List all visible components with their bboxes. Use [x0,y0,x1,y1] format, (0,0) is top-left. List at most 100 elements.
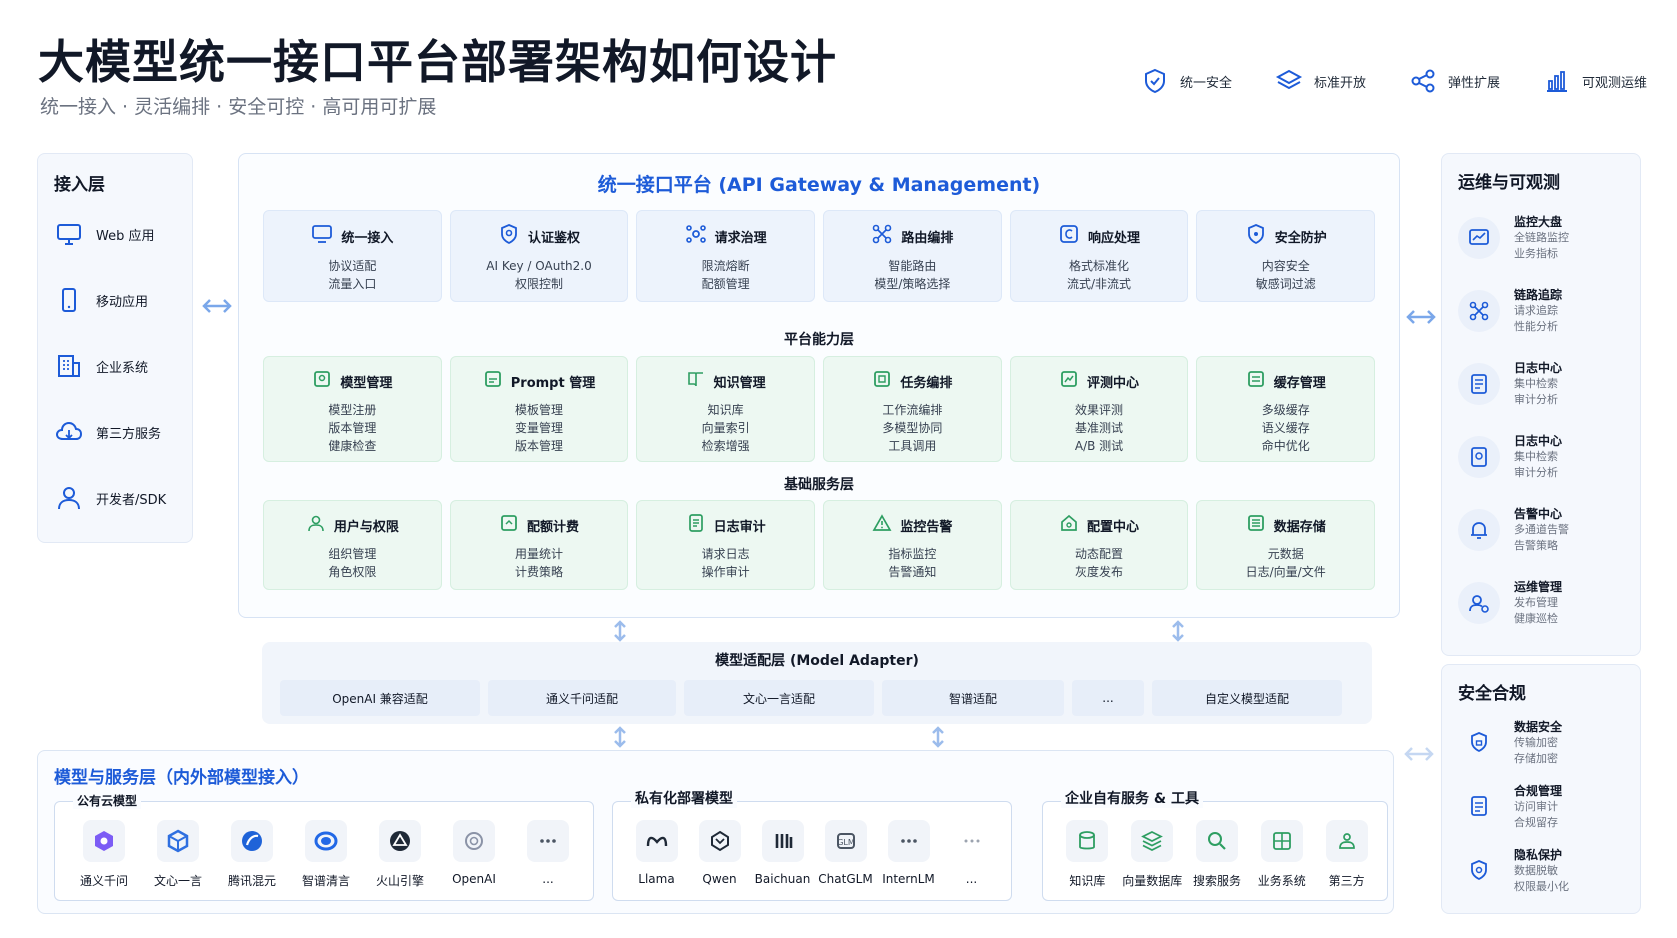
model-name: Llama [638,872,675,886]
foundation-card-users[interactable]: 用户与权限 组织管理 角色权限 [263,500,442,590]
card-line: 协议适配 [328,259,377,273]
ops-item-title: 日志中心 [1514,434,1563,448]
model-chatglm[interactable]: GLM ChatGLM [814,820,877,886]
model-wenxin[interactable]: 文心一言 [141,820,215,889]
ops-item-line: 发布管理 [1514,596,1558,609]
gateway-card-auth[interactable]: 认证鉴权 AI Key / OAuth2.0 权限控制 [449,210,629,302]
more-icon [951,820,993,862]
model-zhipu[interactable]: 智谱清言 [289,820,363,889]
service-business-system[interactable]: 业务系统 [1249,820,1314,889]
ops-item-trace[interactable]: 链路追踪 请求追踪 性能分析 [1458,274,1624,347]
model-tongyi[interactable]: 通义千问 [67,820,141,889]
service-third-party[interactable]: 第三方 [1314,820,1379,889]
ops-item-dashboard[interactable]: 监控大盘 全链路监控 业务指标 [1458,201,1624,274]
feature-elastic-scale: 弹性扩展 [1406,64,1500,98]
mobile-icon [54,285,84,315]
ops-item-log-center[interactable]: 日志中心 集中检索 审计分析 [1458,347,1624,420]
access-item-third-party[interactable]: 第三方服务 [54,399,176,465]
card-line: 元数据 [1267,547,1304,561]
model-name: OpenAI [452,872,496,886]
more-icon [527,820,569,862]
access-item-sdk[interactable]: 开发者/SDK [54,465,176,531]
gateway-card-security[interactable]: 安全防护 内容安全 敏感词过滤 [1196,210,1376,302]
adapter-item[interactable]: 文心一言适配 [684,680,874,716]
adapter-item[interactable]: ... [1072,680,1144,716]
workflow-icon [872,369,892,393]
bidirectional-arrow-icon [1404,307,1438,327]
model-qwen[interactable]: Qwen [688,820,751,886]
card-line: 告警通知 [888,565,937,579]
card-title: 任务编排 [900,375,953,391]
card-line: 基准测试 [1075,421,1124,435]
adapter-item[interactable]: 自定义模型适配 [1152,680,1342,716]
gateway-card-unified-access[interactable]: 统一接入 协议适配 流量入口 [263,210,442,302]
ops-item-title: 链路追踪 [1514,288,1563,302]
adapter-item[interactable]: OpenAI 兼容适配 [280,680,480,716]
foundation-card-billing[interactable]: 配额计费 用量统计 计费策略 [449,500,629,590]
service-knowledge-base[interactable]: 知识库 [1055,820,1120,889]
platform-title: 统一接口平台 (API Gateway & Management) [597,174,1041,196]
model-more[interactable]: ... [940,820,1003,886]
ops-item-alert-center[interactable]: 告警中心 多通道告警 告警策略 [1458,493,1624,566]
ops-item-title: 告警中心 [1514,507,1563,521]
security-item-line: 数据脱敏 [1514,863,1558,877]
bidirectional-arrow-icon [1402,744,1436,764]
model-llama[interactable]: Llama [625,820,688,886]
access-item-web[interactable]: Web 应用 [54,201,176,267]
monitor-icon [311,223,333,249]
model-volcano[interactable]: 火山引擎 [363,820,437,889]
public-cloud-models: 通义千问 文心一言 腾讯混元 智谱清言 火山引擎 OpenAI ... [67,820,585,889]
capability-card-cache[interactable]: 缓存管理 多级缓存 语义缓存 命中优化 [1196,356,1376,462]
capability-card-eval[interactable]: 评测中心 效果评测 基准测试 A/B 测试 [1009,356,1189,462]
storage-icon [1246,513,1266,537]
ops-item-log-search[interactable]: 日志中心 集中检索 审计分析 [1458,420,1624,493]
security-item-compliance[interactable]: 合规管理 访问审计 合规留存 [1458,774,1624,838]
card-title: 监控告警 [900,519,953,535]
card-line: 语义缓存 [1261,421,1310,435]
foundation-card-log[interactable]: 日志审计 请求日志 操作审计 [636,500,816,590]
adapter-item[interactable]: 通义千问适配 [488,680,676,716]
capability-card-prompt[interactable]: Prompt 管理 模板管理 变量管理 版本管理 [449,356,629,462]
gateway-card-routing[interactable]: 路由编排 智能路由 模型/策略选择 [823,210,1002,302]
model-name: Baichuan [754,872,811,886]
security-title: 安全合规 [1458,684,1526,704]
security-item-privacy[interactable]: 隐私保护 数据脱敏 权限最小化 [1458,838,1624,902]
card-line: 动态配置 [1075,547,1124,561]
vertical-arrow-icon [1168,620,1188,642]
model-openai[interactable]: OpenAI [437,820,511,889]
card-line: 工作流编排 [882,403,943,417]
gateway-card-response[interactable]: 响应处理 格式标准化 流式/非流式 [1009,210,1189,302]
model-hunyuan[interactable]: 腾讯混元 [215,820,289,889]
service-vector-db[interactable]: 向量数据库 [1120,820,1185,889]
foundation-card-config[interactable]: 配置中心 动态配置 灰度发布 [1009,500,1189,590]
adapter-items: OpenAI 兼容适配 通义千问适配 文心一言适配 智谱适配 ... 自定义模型… [280,680,1354,716]
model-more[interactable]: ... [511,820,585,889]
foundation-card-monitor[interactable]: 监控告警 指标监控 告警通知 [823,500,1002,590]
model-baichuan[interactable]: Baichuan [751,820,814,886]
card-title: 知识管理 [713,375,766,391]
more-icon [887,820,930,862]
service-name: 向量数据库 [1122,874,1183,888]
ops-item-line: 多通道告警 [1514,523,1569,536]
security-item-data[interactable]: 数据安全 传输加密 存储加密 [1458,710,1624,774]
volcano-icon [379,820,421,862]
capability-card-workflow[interactable]: 任务编排 工作流编排 多模型协同 工具调用 [823,356,1002,462]
card-line: 命中优化 [1261,439,1310,453]
access-item-mobile[interactable]: 移动应用 [54,267,176,333]
service-search[interactable]: 搜索服务 [1185,820,1250,889]
foundation-card-storage[interactable]: 数据存储 元数据 日志/向量/文件 [1196,500,1376,590]
billing-icon [499,513,519,537]
users-icon [306,513,326,537]
access-layer-panel: 接入层 Web 应用 移动应用 企业系统 第三方服务 开发者/SDK [37,153,193,543]
model-internlm[interactable]: InternLM [877,820,940,886]
ops-item-ops-management[interactable]: 运维管理 发布管理 健康巡检 [1458,566,1624,639]
ops-icon [1458,581,1500,624]
access-item-enterprise[interactable]: 企业系统 [54,333,176,399]
adapter-item[interactable]: 智谱适配 [882,680,1064,716]
capability-card-model[interactable]: 模型管理 模型注册 版本管理 健康检查 [263,356,442,462]
card-line: 指标监控 [888,547,937,561]
capability-card-knowledge[interactable]: 知识管理 知识库 向量索引 检索增强 [636,356,816,462]
bar-chart-icon [1540,64,1574,98]
grid-icon [1260,820,1303,862]
gateway-card-governance[interactable]: 请求治理 限流熔断 配额管理 [636,210,816,302]
